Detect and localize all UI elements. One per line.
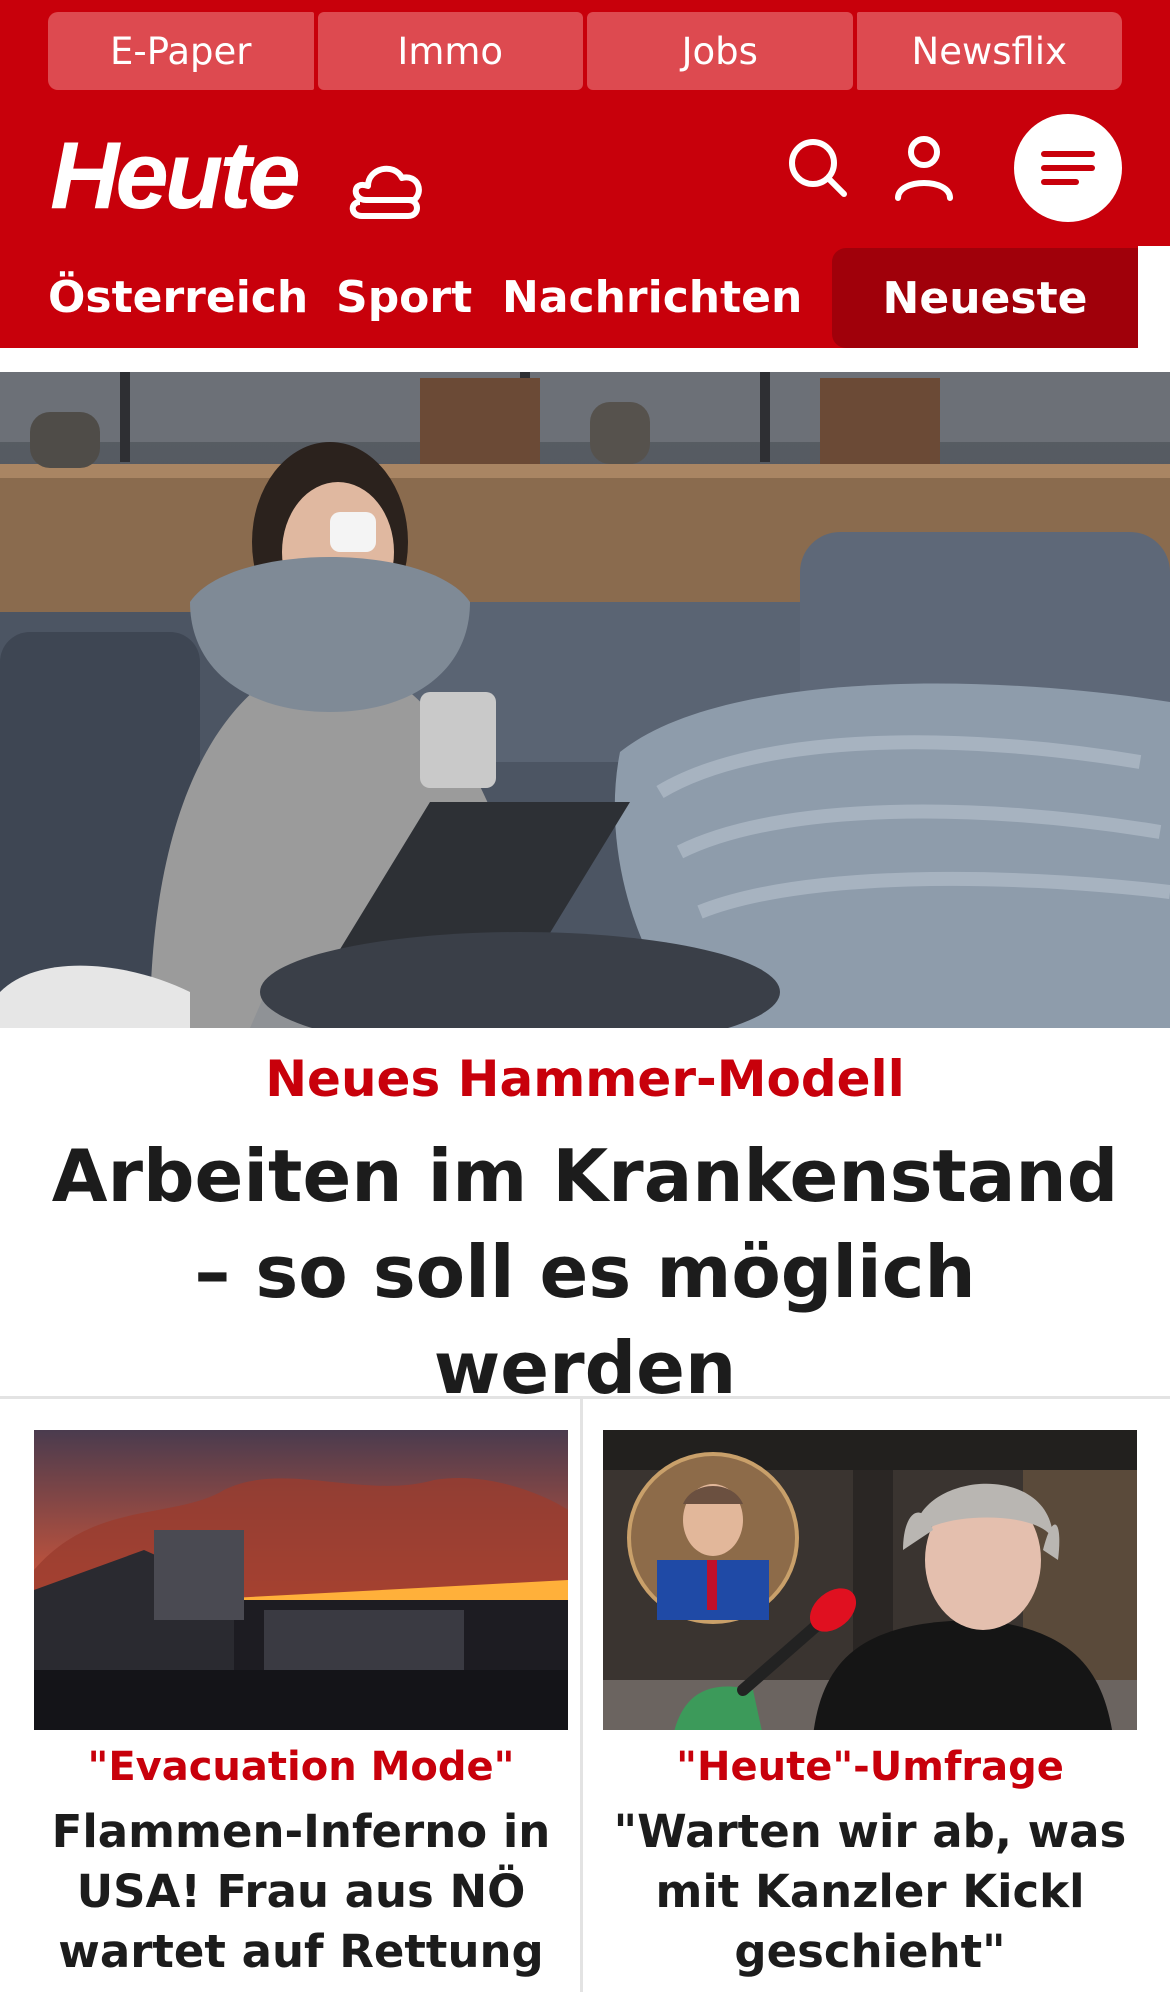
top-link-newsflix[interactable]: Newsflix [856,12,1122,90]
cloud-sun-icon[interactable] [346,150,426,220]
user-icon[interactable] [892,134,956,202]
hero-kicker[interactable]: Neues Hammer-Modell [0,1050,1170,1108]
top-link-jobs[interactable]: Jobs [587,12,853,90]
article-card[interactable]: "Evacuation Mode" Flammen-Inferno in USA… [34,1430,568,1982]
article-image[interactable] [603,1430,1137,1730]
menu-button[interactable] [1014,114,1122,222]
top-links-bar: E-Paper Immo Jobs Newsflix [48,12,1122,90]
hero-image[interactable] [0,372,1170,1028]
nav-item-sport[interactable]: Sport [336,246,472,348]
hero-headline[interactable]: Arbeiten im Krankenstand – so soll es mö… [40,1128,1130,1416]
search-icon[interactable] [786,136,850,200]
nav-item-oesterreich[interactable]: Österreich [48,246,308,348]
article-kicker: "Heute"-Umfrage [676,1744,1064,1790]
site-logo[interactable]: Heute [50,128,301,224]
nav-item-neueste[interactable]: Neueste [832,248,1138,348]
article-kicker: "Evacuation Mode" [87,1744,515,1790]
nav-item-nachrichten[interactable]: Nachrichten [502,246,802,348]
article-card[interactable]: "Heute"-Umfrage "Warten wir ab, was mit … [603,1430,1137,1982]
menu-icon [1041,151,1095,185]
article-headline[interactable]: "Warten wir ab, was mit Kanzler Kickl ge… [603,1802,1137,1982]
site-header: E-Paper Immo Jobs Newsflix Heute Österre… [0,0,1170,348]
article-headline[interactable]: Flammen-Inferno in USA! Frau aus NÖ wart… [34,1802,568,1982]
column-divider [580,1399,583,1992]
top-link-immo[interactable]: Immo [317,12,583,90]
section-divider [0,1396,1170,1399]
top-link-epaper[interactable]: E-Paper [48,12,314,90]
article-image[interactable] [34,1430,568,1730]
